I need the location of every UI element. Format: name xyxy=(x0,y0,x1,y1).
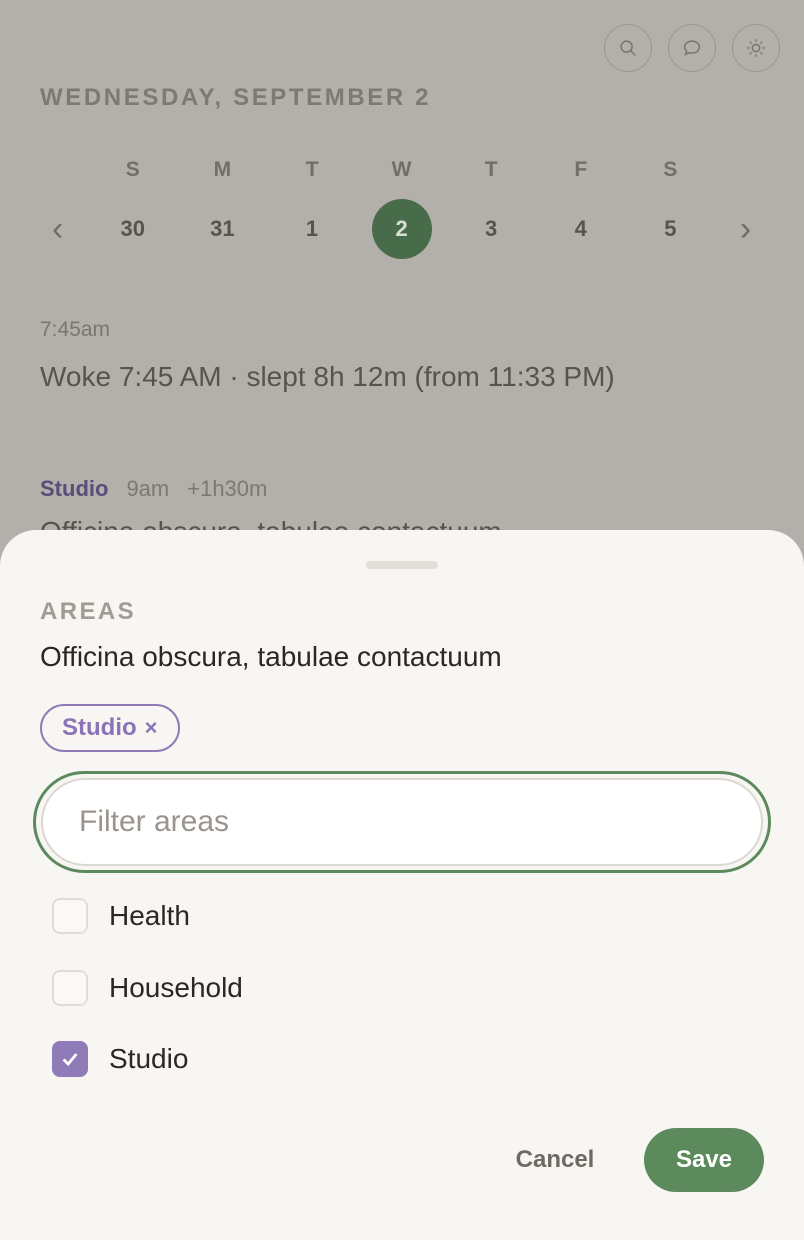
save-button[interactable]: Save xyxy=(644,1128,764,1192)
sheet-subtitle: Officina obscura, tabulae contactuum xyxy=(40,641,502,672)
checkbox-checked[interactable] xyxy=(52,1041,88,1077)
search-button[interactable] xyxy=(604,24,652,72)
next-week-button[interactable]: › xyxy=(715,199,763,259)
event-header: Studio 9am +1h30m xyxy=(40,476,267,502)
weekday-letters: S M T W T F S xyxy=(40,158,764,182)
day-cell[interactable]: 5 xyxy=(626,199,716,259)
sun-icon xyxy=(747,39,765,57)
sheet-label: AREAS xyxy=(40,598,137,625)
cancel-button[interactable]: Cancel xyxy=(490,1128,620,1192)
week-days: ‹ 30 31 1 2 3 4 5 › xyxy=(40,199,764,259)
day-cell[interactable]: 31 xyxy=(178,199,268,259)
comment-icon xyxy=(683,40,701,56)
weekday-letter: W xyxy=(391,158,412,181)
day-number: 5 xyxy=(664,216,677,241)
comment-button[interactable] xyxy=(668,24,716,72)
theme-button[interactable] xyxy=(732,24,780,72)
top-toolbar xyxy=(604,24,780,72)
checkbox[interactable] xyxy=(52,969,88,1006)
day-cell[interactable]: 4 xyxy=(536,199,626,259)
option-household[interactable]: Household xyxy=(52,969,243,1006)
weekday-letter: S xyxy=(125,158,140,181)
option-label: Studio xyxy=(109,1043,189,1074)
option-health[interactable]: Health xyxy=(52,898,243,934)
entry-time: 7:45am xyxy=(40,318,111,341)
search-icon xyxy=(620,40,636,56)
weekday-letter: F xyxy=(574,158,588,181)
event-duration: +1h30m xyxy=(187,476,268,501)
chip-label: Studio xyxy=(62,714,137,741)
prev-week-button[interactable]: ‹ xyxy=(40,199,88,259)
day-number: 2 xyxy=(371,199,432,259)
weekday-letter: T xyxy=(305,158,319,181)
checkmark-icon xyxy=(62,1053,78,1067)
day-number: 1 xyxy=(305,216,319,241)
areas-bottom-sheet: AREAS Officina obscura, tabulae contactu… xyxy=(0,530,804,1240)
checkbox[interactable] xyxy=(52,898,88,934)
event-area: Studio xyxy=(40,476,109,501)
day-cell-selected[interactable]: 2 xyxy=(357,199,447,259)
weekday-letter: M xyxy=(213,158,232,181)
chip-remove-icon[interactable]: × xyxy=(145,715,158,741)
week-strip: S M T W T F S ‹ 30 31 1 2 3 4 5 › xyxy=(40,158,764,259)
entry-text[interactable]: Woke 7:45 AM · slept 8h 12m (from 11:33 … xyxy=(40,361,615,393)
page-title: WEDNESDAY, SEPTEMBER 2 xyxy=(40,84,432,111)
day-number: 4 xyxy=(574,216,587,241)
day-number: 30 xyxy=(120,216,146,241)
day-cell[interactable]: 1 xyxy=(267,199,357,259)
weekday-letter: T xyxy=(484,158,498,181)
day-cell[interactable]: 3 xyxy=(446,199,536,259)
event-time: 9am xyxy=(126,476,170,501)
day-cell[interactable]: 30 xyxy=(88,199,178,259)
weekday-letter: S xyxy=(663,158,678,181)
option-label: Household xyxy=(109,971,243,1003)
area-options-list: Health Household Studio xyxy=(52,898,243,1113)
day-number: 31 xyxy=(210,216,235,241)
selected-area-chip[interactable]: Studio × xyxy=(40,704,180,752)
option-label: Health xyxy=(109,900,190,931)
day-number: 3 xyxy=(485,216,498,241)
filter-input[interactable] xyxy=(41,778,763,866)
option-studio[interactable]: Studio xyxy=(52,1041,243,1077)
drag-handle[interactable] xyxy=(366,561,438,569)
